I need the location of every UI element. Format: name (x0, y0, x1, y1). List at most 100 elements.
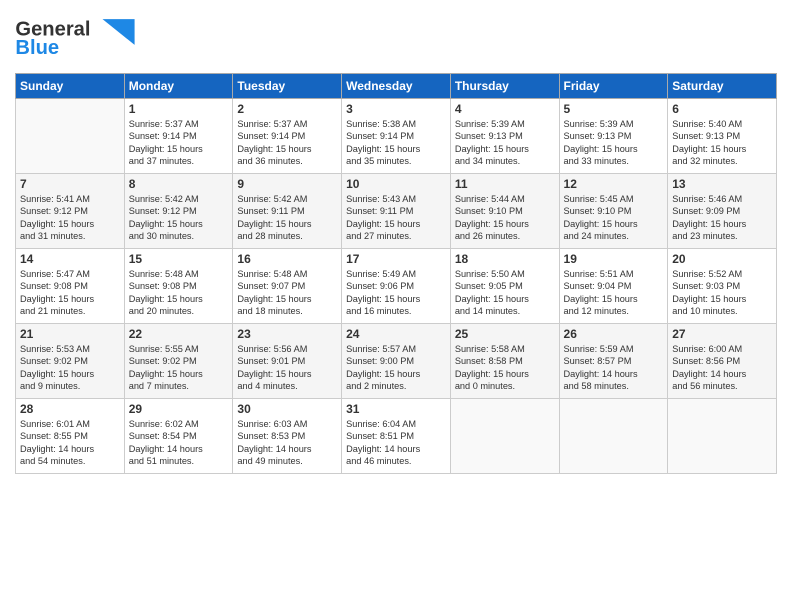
day-number: 8 (129, 177, 229, 191)
calendar-cell: 5Sunrise: 5:39 AM Sunset: 9:13 PM Daylig… (559, 99, 668, 174)
calendar-body: 1 Sunrise: 5:37 AM Sunset: 9:14 PM Daylig… (16, 99, 777, 474)
day-number: 28 (20, 402, 120, 416)
day-info: Sunrise: 5:40 AM Sunset: 9:13 PM Dayligh… (672, 118, 772, 168)
day-number: 19 (564, 252, 664, 266)
day-info: Sunrise: 5:51 AM Sunset: 9:04 PM Dayligh… (564, 268, 664, 318)
day-info: Sunrise: 6:02 AM Sunset: 8:54 PM Dayligh… (129, 418, 229, 468)
calendar-cell: 24Sunrise: 5:57 AM Sunset: 9:00 PM Dayli… (342, 324, 451, 399)
svg-text:Blue: Blue (15, 37, 59, 59)
day-info: Sunrise: 5:41 AM Sunset: 9:12 PM Dayligh… (20, 193, 120, 243)
day-number: 27 (672, 327, 772, 341)
day-info: Sunrise: 5:39 AM Sunset: 9:13 PM Dayligh… (564, 118, 664, 168)
day-number: 26 (564, 327, 664, 341)
day-number: 16 (237, 252, 337, 266)
calendar-table: SundayMondayTuesdayWednesdayThursdayFrid… (15, 73, 777, 474)
calendar-cell: 11 Sunrise: 5:44 AM Sunset: 9:10 PM Dayli… (450, 174, 559, 249)
calendar-week-3: 14Sunrise: 5:47 AM Sunset: 9:08 PM Dayli… (16, 249, 777, 324)
day-info: Sunrise: 5:56 AM Sunset: 9:01 PM Dayligh… (237, 343, 337, 393)
weekday-header-friday: Friday (559, 74, 668, 99)
page-header: General Blue (15, 10, 777, 65)
calendar-cell (668, 399, 777, 474)
day-info: Sunrise: 5:44 AM Sunset: 9:10 PM Dayligh… (455, 193, 555, 243)
day-info: Sunrise: 5:38 AM Sunset: 9:14 PM Dayligh… (346, 118, 446, 168)
calendar-cell: 18 Sunrise: 5:50 AM Sunset: 9:05 PM Dayli… (450, 249, 559, 324)
calendar-week-1: 1 Sunrise: 5:37 AM Sunset: 9:14 PM Daylig… (16, 99, 777, 174)
day-info: Sunrise: 5:55 AM Sunset: 9:02 PM Dayligh… (129, 343, 229, 393)
calendar-header: SundayMondayTuesdayWednesdayThursdayFrid… (16, 74, 777, 99)
day-info: Sunrise: 6:01 AM Sunset: 8:55 PM Dayligh… (20, 418, 120, 468)
calendar-cell: 6Sunrise: 5:40 AM Sunset: 9:13 PM Daylig… (668, 99, 777, 174)
weekday-header-saturday: Saturday (668, 74, 777, 99)
day-number: 7 (20, 177, 120, 191)
day-info: Sunrise: 5:58 AM Sunset: 8:58 PM Dayligh… (455, 343, 555, 393)
day-number: 9 (237, 177, 337, 191)
calendar-cell: 12 Sunrise: 5:45 AM Sunset: 9:10 PM Dayli… (559, 174, 668, 249)
day-number: 3 (346, 102, 446, 116)
day-info: Sunrise: 5:52 AM Sunset: 9:03 PM Dayligh… (672, 268, 772, 318)
day-number: 1 (129, 102, 229, 116)
day-info: Sunrise: 5:57 AM Sunset: 9:00 PM Dayligh… (346, 343, 446, 393)
calendar-cell: 13 Sunrise: 5:46 AM Sunset: 9:09 PM Dayli… (668, 174, 777, 249)
calendar-cell: 30Sunrise: 6:03 AM Sunset: 8:53 PM Dayli… (233, 399, 342, 474)
day-info: Sunrise: 6:00 AM Sunset: 8:56 PM Dayligh… (672, 343, 772, 393)
calendar-cell: 29Sunrise: 6:02 AM Sunset: 8:54 PM Dayli… (124, 399, 233, 474)
page-container: General Blue SundayMondayTuesdayWednesda… (0, 0, 792, 484)
calendar-cell: 15 Sunrise: 5:48 AM Sunset: 9:08 PM Dayli… (124, 249, 233, 324)
calendar-week-5: 28 Sunrise: 6:01 AM Sunset: 8:55 PM Dayli… (16, 399, 777, 474)
day-info: Sunrise: 5:42 AM Sunset: 9:11 PM Dayligh… (237, 193, 337, 243)
day-number: 15 (129, 252, 229, 266)
day-info: Sunrise: 5:50 AM Sunset: 9:05 PM Dayligh… (455, 268, 555, 318)
day-number: 10 (346, 177, 446, 191)
day-number: 12 (564, 177, 664, 191)
weekday-header-tuesday: Tuesday (233, 74, 342, 99)
day-info: Sunrise: 5:37 AM Sunset: 9:14 PM Dayligh… (237, 118, 337, 168)
day-number: 11 (455, 177, 555, 191)
logo: General Blue (15, 10, 135, 65)
day-number: 2 (237, 102, 337, 116)
day-number: 21 (20, 327, 120, 341)
day-info: Sunrise: 5:45 AM Sunset: 9:10 PM Dayligh… (564, 193, 664, 243)
calendar-cell: 20 Sunrise: 5:52 AM Sunset: 9:03 PM Dayli… (668, 249, 777, 324)
logo-svg: General Blue (15, 10, 135, 65)
calendar-cell: 4Sunrise: 5:39 AM Sunset: 9:13 PM Daylig… (450, 99, 559, 174)
calendar-cell (16, 99, 125, 174)
day-number: 20 (672, 252, 772, 266)
calendar-cell: 31Sunrise: 6:04 AM Sunset: 8:51 PM Dayli… (342, 399, 451, 474)
day-number: 22 (129, 327, 229, 341)
day-info: Sunrise: 5:43 AM Sunset: 9:11 PM Dayligh… (346, 193, 446, 243)
day-number: 4 (455, 102, 555, 116)
day-info: Sunrise: 5:37 AM Sunset: 9:14 PM Dayligh… (129, 118, 229, 168)
calendar-cell: 28 Sunrise: 6:01 AM Sunset: 8:55 PM Dayli… (16, 399, 125, 474)
weekday-header-wednesday: Wednesday (342, 74, 451, 99)
calendar-cell: 16Sunrise: 5:48 AM Sunset: 9:07 PM Dayli… (233, 249, 342, 324)
day-number: 18 (455, 252, 555, 266)
day-number: 17 (346, 252, 446, 266)
calendar-cell: 8 Sunrise: 5:42 AM Sunset: 9:12 PM Daylig… (124, 174, 233, 249)
calendar-cell: 7 Sunrise: 5:41 AM Sunset: 9:12 PM Daylig… (16, 174, 125, 249)
day-info: Sunrise: 5:42 AM Sunset: 9:12 PM Dayligh… (129, 193, 229, 243)
calendar-cell (559, 399, 668, 474)
calendar-cell: 26 Sunrise: 5:59 AM Sunset: 8:57 PM Dayli… (559, 324, 668, 399)
day-number: 13 (672, 177, 772, 191)
calendar-cell: 14Sunrise: 5:47 AM Sunset: 9:08 PM Dayli… (16, 249, 125, 324)
calendar-cell: 1 Sunrise: 5:37 AM Sunset: 9:14 PM Daylig… (124, 99, 233, 174)
calendar-cell: 22 Sunrise: 5:55 AM Sunset: 9:02 PM Dayli… (124, 324, 233, 399)
weekday-header-thursday: Thursday (450, 74, 559, 99)
calendar-cell: 3 Sunrise: 5:38 AM Sunset: 9:14 PM Daylig… (342, 99, 451, 174)
day-info: Sunrise: 6:04 AM Sunset: 8:51 PM Dayligh… (346, 418, 446, 468)
calendar-week-4: 21 Sunrise: 5:53 AM Sunset: 9:02 PM Dayli… (16, 324, 777, 399)
day-number: 14 (20, 252, 120, 266)
calendar-cell: 2 Sunrise: 5:37 AM Sunset: 9:14 PM Daylig… (233, 99, 342, 174)
weekday-header-monday: Monday (124, 74, 233, 99)
calendar-cell: 10 Sunrise: 5:43 AM Sunset: 9:11 PM Dayli… (342, 174, 451, 249)
day-number: 23 (237, 327, 337, 341)
day-info: Sunrise: 5:59 AM Sunset: 8:57 PM Dayligh… (564, 343, 664, 393)
day-info: Sunrise: 5:53 AM Sunset: 9:02 PM Dayligh… (20, 343, 120, 393)
day-info: Sunrise: 5:48 AM Sunset: 9:08 PM Dayligh… (129, 268, 229, 318)
calendar-cell: 17Sunrise: 5:49 AM Sunset: 9:06 PM Dayli… (342, 249, 451, 324)
calendar-cell: 23 Sunrise: 5:56 AM Sunset: 9:01 PM Dayli… (233, 324, 342, 399)
day-info: Sunrise: 6:03 AM Sunset: 8:53 PM Dayligh… (237, 418, 337, 468)
calendar-cell: 27 Sunrise: 6:00 AM Sunset: 8:56 PM Dayli… (668, 324, 777, 399)
day-info: Sunrise: 5:46 AM Sunset: 9:09 PM Dayligh… (672, 193, 772, 243)
calendar-week-2: 7 Sunrise: 5:41 AM Sunset: 9:12 PM Daylig… (16, 174, 777, 249)
